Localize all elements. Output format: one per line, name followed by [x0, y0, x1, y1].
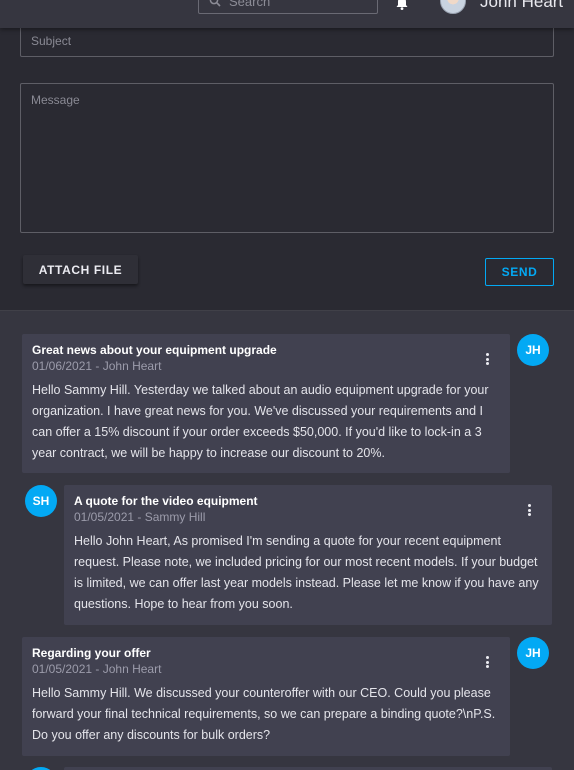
send-button[interactable]: SEND — [485, 258, 554, 286]
message-card: Great news about your equipment upgrade … — [22, 334, 510, 473]
message-body: Hello Sammy Hill. We discussed your coun… — [32, 686, 496, 742]
user-name[interactable]: John Heart — [480, 0, 563, 12]
bell-icon[interactable] — [394, 0, 410, 10]
message-meta: 01/06/2021 - John Heart — [32, 359, 162, 373]
sender-avatar: JH — [517, 637, 549, 669]
message-field[interactable] — [20, 83, 554, 233]
message-card: A quote for the video equipment 01/05/20… — [64, 485, 552, 625]
message-meta: 01/05/2021 - John Heart — [32, 662, 162, 676]
sender-avatar: JH — [517, 334, 549, 366]
subject-input[interactable] — [21, 26, 553, 56]
sender-avatar: SH — [25, 485, 57, 517]
message-title: Great news about your equipment upgrade — [32, 343, 277, 357]
compose-panel: ATTACH FILE SEND — [0, 0, 574, 311]
message-title: Regarding your offer — [32, 646, 151, 660]
message-title: A quote for the video equipment — [74, 494, 258, 508]
subject-field[interactable] — [20, 26, 554, 57]
message-meta: 01/05/2021 - Sammy Hill — [74, 510, 206, 524]
search-box[interactable] — [198, 0, 378, 14]
more-options-icon[interactable] — [481, 655, 493, 671]
app-header: John Heart — [0, 0, 574, 28]
message-body: Hello Sammy Hill. Yesterday we talked ab… — [32, 383, 489, 460]
message-card: Regarding your offer 01/05/2021 - John H… — [22, 637, 510, 756]
message-input[interactable] — [21, 84, 553, 232]
search-icon — [209, 0, 221, 7]
search-input[interactable] — [229, 0, 369, 9]
user-avatar[interactable] — [440, 0, 466, 14]
more-options-icon[interactable] — [523, 503, 535, 519]
attach-file-button[interactable]: ATTACH FILE — [23, 255, 138, 284]
message-body: Hello John Heart, As promised I'm sendin… — [74, 534, 539, 611]
more-options-icon[interactable] — [481, 352, 493, 368]
